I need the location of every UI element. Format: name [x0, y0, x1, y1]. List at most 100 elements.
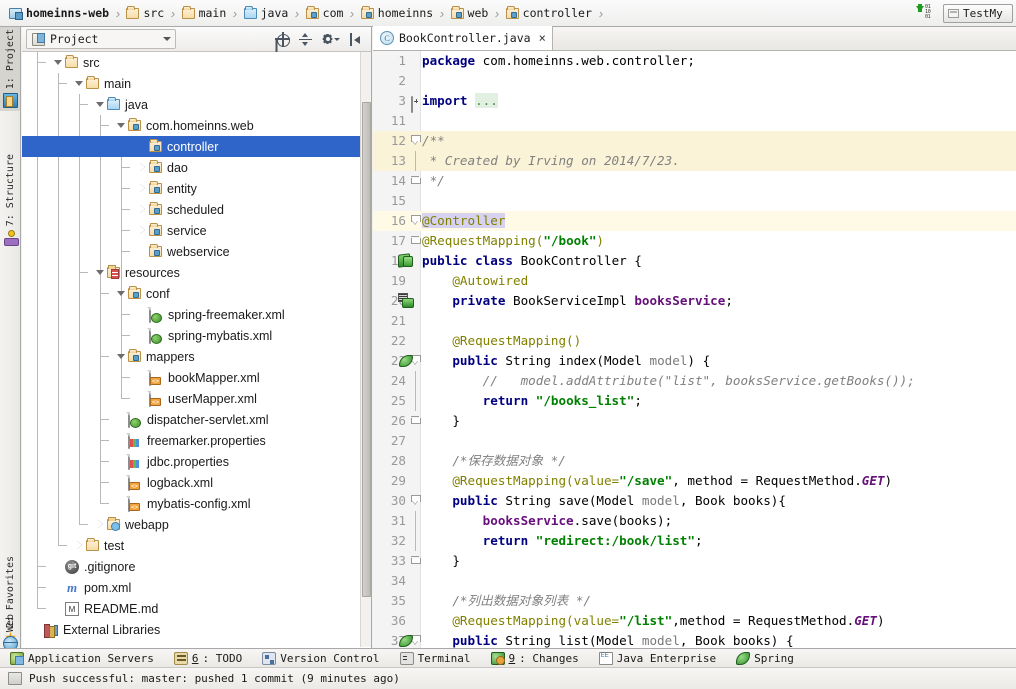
chevron-down-icon[interactable] [53, 57, 64, 68]
tree-item[interactable]: resources [22, 262, 371, 283]
spring-request-icon[interactable] [398, 353, 413, 368]
fold-region-end-icon[interactable] [411, 175, 421, 186]
tree-item[interactable]: dao [22, 157, 371, 178]
breadcrumb-item-com[interactable]: com [305, 5, 343, 20]
code-line[interactable]: 21 [373, 311, 1016, 331]
scrollbar-thumb[interactable] [362, 102, 371, 597]
chevron-down-icon[interactable] [116, 120, 127, 131]
code-line[interactable]: 32 return "redirect:/book/list"; [373, 531, 1016, 551]
code-line[interactable]: 19 @Autowired [373, 271, 1016, 291]
code-line[interactable]: 15 [373, 191, 1016, 211]
project-tree-scrollbar[interactable] [360, 52, 371, 647]
breadcrumb-item-homeinns[interactable]: homeinns [360, 5, 433, 20]
breadcrumb-item-main[interactable]: main [181, 5, 226, 20]
tree-item[interactable]: spring-mybatis.xml [22, 325, 371, 346]
tree-item[interactable]: spring-freemaker.xml [22, 304, 371, 325]
tree-item[interactable]: M README.md [22, 598, 371, 619]
code-line[interactable]: 13 * Created by Irving on 2014/7/23. [373, 151, 1016, 171]
breadcrumb-item-homeinns-web[interactable]: homeinns-web [9, 6, 109, 20]
code-line[interactable]: 36 @RequestMapping(value="/list",method … [373, 611, 1016, 631]
code-line[interactable]: 12 /** [373, 131, 1016, 151]
fold-expand-icon[interactable] [411, 95, 421, 113]
code-content[interactable]: 1 package com.homeinns.web.controller; 2 3 i… [373, 51, 1016, 648]
tree-item[interactable]: jdbc.properties [22, 451, 371, 472]
tree-item[interactable]: webapp [22, 514, 371, 535]
bottom-tab-application-servers[interactable]: Application Servers [0, 649, 164, 668]
code-line[interactable]: 3 import ... [373, 91, 1016, 113]
code-line[interactable]: 26 } [373, 411, 1016, 431]
tree-item[interactable]: git .gitignore [22, 556, 371, 577]
spring-bean-icon[interactable] [398, 253, 413, 268]
breadcrumb-item-web[interactable]: web [450, 5, 488, 20]
code-line[interactable]: 25 return "/books_list"; [373, 391, 1016, 411]
download-bits-icon[interactable]: 01 10 01 [914, 4, 938, 22]
code-editor[interactable]: 1 package com.homeinns.web.controller; 2 3 i… [373, 51, 1016, 648]
tree-item[interactable]: webservice [22, 241, 371, 262]
tree-item[interactable]: <> userMapper.xml [22, 388, 371, 409]
tree-item[interactable]: dispatcher-servlet.xml [22, 409, 371, 430]
tree-item[interactable]: test [22, 535, 371, 556]
breadcrumb-item-controller[interactable]: controller [505, 5, 592, 20]
tree-item[interactable]: com.homeinns.web [22, 115, 371, 136]
bottom-tab-terminal[interactable]: Terminal [390, 649, 481, 668]
fold-region-start-icon[interactable] [411, 215, 421, 226]
code-line[interactable]: 14 */ [373, 171, 1016, 191]
fold-region-end-icon[interactable] [411, 555, 421, 566]
tab-bookcontroller-java[interactable]: C BookController.java × [373, 26, 553, 50]
code-line[interactable]: 18 public class BookController { [373, 251, 1016, 271]
code-line[interactable]: 28 /*保存数据对象 */ [373, 451, 1016, 471]
fold-region-start-icon[interactable] [411, 135, 421, 146]
chevron-right-icon[interactable] [137, 204, 148, 215]
locate-in-tree-icon[interactable] [275, 31, 290, 47]
tree-item[interactable]: conf [22, 283, 371, 304]
code-line[interactable]: 20 private BookServiceImpl booksService; [373, 291, 1016, 311]
fold-region-start-icon[interactable] [411, 495, 421, 506]
tree-item[interactable]: m pom.xml [22, 577, 371, 598]
project-view-selector[interactable]: Project [26, 29, 176, 49]
bottom-tab-changes[interactable]: 9: Changes [481, 649, 589, 668]
code-line[interactable]: 34 [373, 571, 1016, 591]
fold-region-end-icon[interactable] [411, 415, 421, 426]
code-line[interactable]: 11 [373, 111, 1016, 131]
sidebar-item-project[interactable]: 1: Project [0, 27, 21, 112]
settings-gear-icon[interactable] [321, 32, 340, 47]
chevron-right-icon[interactable] [74, 540, 85, 551]
code-line[interactable]: 31 booksService.save(books); [373, 511, 1016, 531]
tree-item-selected[interactable]: controller [22, 136, 371, 157]
code-line[interactable]: 17 @RequestMapping("/book") [373, 231, 1016, 251]
code-line[interactable]: 30 public String save(Model model, Book … [373, 491, 1016, 511]
chevron-right-icon[interactable] [137, 162, 148, 173]
tree-item[interactable]: service [22, 220, 371, 241]
spring-request-icon[interactable] [398, 633, 413, 648]
breadcrumb-item-java[interactable]: java [243, 5, 288, 20]
bottom-tab-todo[interactable]: 6: TODO [164, 649, 252, 668]
bottom-tab-spring[interactable]: Spring [726, 649, 804, 668]
tree-item[interactable]: mappers [22, 346, 371, 367]
tree-item[interactable]: src [22, 52, 371, 73]
project-tree[interactable]: src main java com.homeinns.web controller dao… [22, 52, 371, 647]
tree-item[interactable]: java [22, 94, 371, 115]
chevron-down-icon[interactable] [74, 78, 85, 89]
code-line[interactable]: 27 [373, 431, 1016, 451]
breadcrumb-item-src[interactable]: src [126, 5, 164, 20]
code-line[interactable]: 23 public String index(Model model) { [373, 351, 1016, 371]
chevron-down-icon[interactable] [95, 267, 106, 278]
chevron-right-icon[interactable] [137, 183, 148, 194]
spring-autowired-icon[interactable] [398, 293, 413, 308]
chevron-down-icon[interactable] [95, 99, 106, 110]
tree-item[interactable]: main [22, 73, 371, 94]
tree-item[interactable]: entity [22, 178, 371, 199]
chevron-right-icon[interactable] [137, 225, 148, 236]
code-line[interactable]: 2 [373, 71, 1016, 91]
tree-item[interactable]: freemarker.properties [22, 430, 371, 451]
code-line[interactable]: 35 /*列出数据对象列表 */ [373, 591, 1016, 611]
bottom-tab-java-enterprise[interactable]: Java Enterprise [589, 649, 726, 668]
sidebar-item-structure[interactable]: 7: Structure [0, 152, 21, 248]
close-icon[interactable]: × [536, 31, 546, 45]
hide-panel-icon[interactable] [348, 32, 363, 47]
run-configuration-selector[interactable]: TestMy [943, 3, 1013, 23]
tree-item[interactable]: <> bookMapper.xml [22, 367, 371, 388]
fold-region-end-icon[interactable] [411, 235, 421, 246]
collapse-all-icon[interactable] [298, 32, 313, 47]
code-line[interactable]: 33 } [373, 551, 1016, 571]
